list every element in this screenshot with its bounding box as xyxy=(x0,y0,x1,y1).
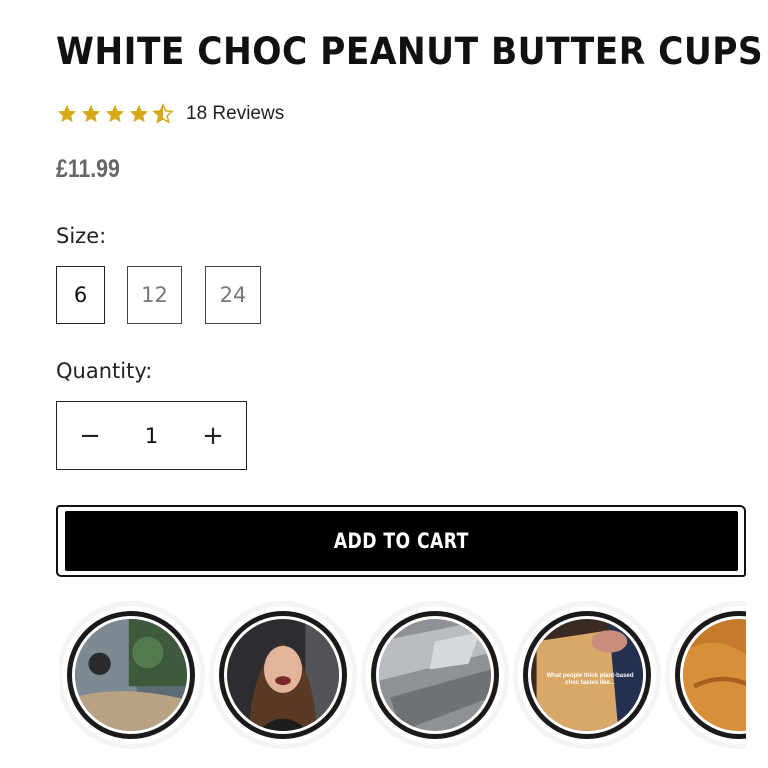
star-full-icon xyxy=(129,104,149,123)
story-image xyxy=(75,619,187,731)
add-to-cart-label: ADD TO CART xyxy=(333,529,469,553)
story-thumbnail[interactable] xyxy=(214,606,352,744)
size-label: Size: xyxy=(56,224,107,248)
rating-summary[interactable]: 18 Reviews xyxy=(56,103,284,125)
size-option-24[interactable]: 24 xyxy=(205,266,261,324)
add-to-cart-frame: ADD TO CART xyxy=(56,505,746,577)
star-full-icon xyxy=(57,104,77,123)
decrement-button[interactable]: − xyxy=(57,402,123,469)
story-image xyxy=(227,619,339,731)
story-thumbnail[interactable]: What people think plant-based choc taste… xyxy=(518,606,656,744)
story-image xyxy=(379,619,491,731)
quantity-value[interactable]: 1 xyxy=(145,424,158,448)
story-thumbnail[interactable] xyxy=(62,606,200,744)
star-half-icon xyxy=(152,103,174,124)
product-price: £11.99 xyxy=(56,155,120,183)
story-caption: What people think plant-based choc taste… xyxy=(546,673,634,687)
star-full-icon xyxy=(81,104,101,123)
story-image: What people think plant-based choc taste… xyxy=(531,619,643,731)
reviews-link[interactable]: 18 Reviews xyxy=(186,103,284,125)
story-thumbnail[interactable] xyxy=(670,606,746,744)
size-option-6[interactable]: 6 xyxy=(56,266,105,324)
add-to-cart-button[interactable]: ADD TO CART xyxy=(65,511,738,571)
story-thumbnail[interactable] xyxy=(366,606,504,744)
star-full-icon xyxy=(105,104,125,123)
increment-button[interactable]: + xyxy=(180,402,246,469)
size-option-12[interactable]: 12 xyxy=(127,266,182,324)
quantity-label: Quantity: xyxy=(56,359,153,383)
quantity-stepper: − 1 + xyxy=(56,401,247,470)
story-image xyxy=(683,619,746,731)
video-stories-carousel: What people think plant-based choc taste… xyxy=(60,600,746,750)
star-rating xyxy=(56,103,176,125)
product-title: WHITE CHOC PEANUT BUTTER CUPS xyxy=(56,30,764,73)
